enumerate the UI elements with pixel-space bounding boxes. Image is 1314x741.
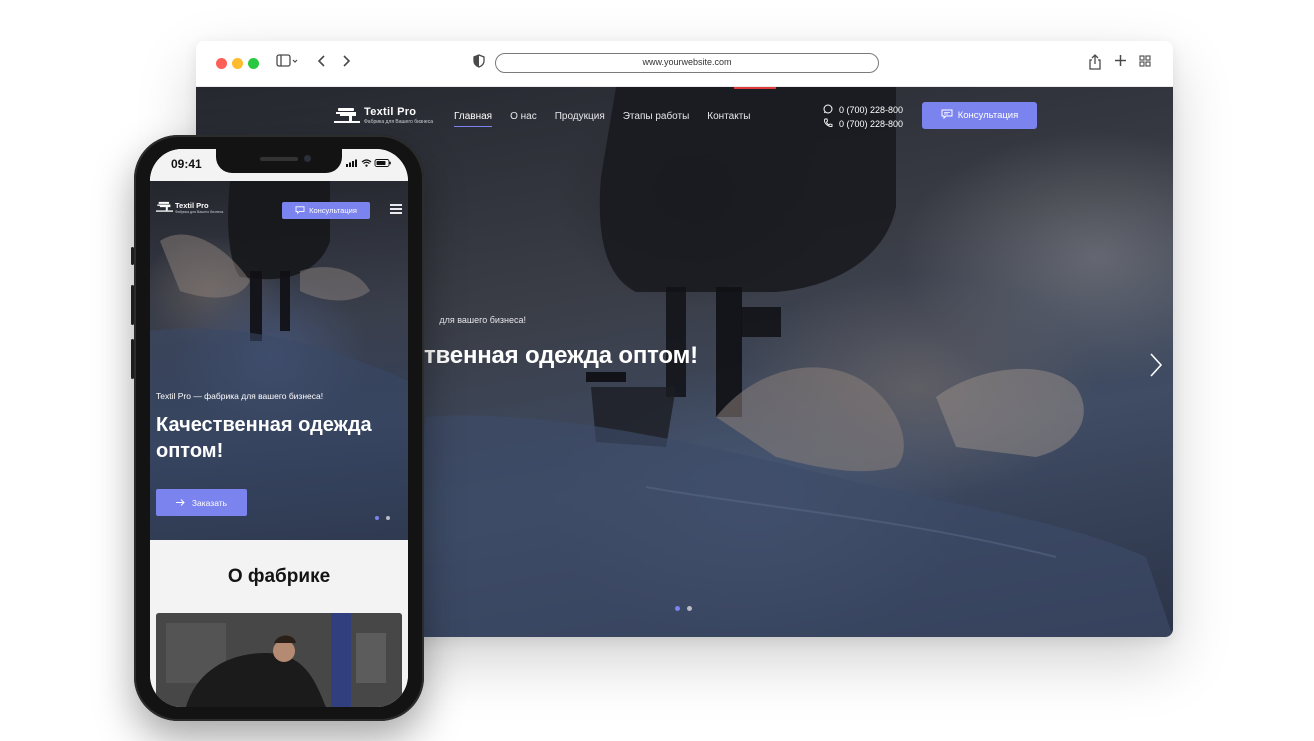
nav-item-home[interactable]: Главная [454,111,493,127]
mobile-hero-photo [150,181,408,540]
chevron-right-icon[interactable] [341,54,351,73]
whatsapp-phone[interactable]: 0 (700) 228-800 [822,103,903,117]
zoom-window-button[interactable] [248,58,259,69]
chat-icon [941,109,953,122]
slider-next-icon[interactable] [1149,352,1163,382]
minimize-window-button[interactable] [232,58,243,69]
mobile-logo-name: Textil Pro [175,201,209,210]
whatsapp-phone-number: 0 (700) 228-800 [839,105,904,115]
slider-dots [675,606,692,611]
consultation-button[interactable]: Консультация [922,102,1037,129]
logo-name: Textil Pro [364,106,417,118]
sewing-machine-icon [156,201,173,215]
mobile-logo-tagline: Фабрика для Вашего бизнеса [175,210,224,214]
hamburger-menu-icon[interactable] [390,204,402,214]
mobile-slider-dot-1[interactable] [375,516,379,520]
chevron-left-icon[interactable] [317,54,327,73]
browser-toolbar: www.yourwebsite.com [196,41,1173,87]
slider-dot-2[interactable] [687,606,692,611]
whatsapp-icon [822,104,834,116]
mobile-consultation-button[interactable]: Консультация [282,202,370,219]
order-button-label: Заказать [191,497,228,508]
contact-phones: 0 (700) 228-800 0 (700) 228-800 [822,103,903,131]
grid-icon[interactable] [1139,54,1151,72]
mobile-hero-subtitle: Textil Pro — фабрика для вашего бизнеса! [156,391,324,401]
about-title: О фабрике [227,566,331,587]
mobile-consultation-label: Консультация [309,206,357,215]
factory-photo [156,613,402,707]
url-bar[interactable]: www.yourwebsite.com [495,53,879,73]
call-phone[interactable]: 0 (700) 228-800 [822,117,903,131]
phone-icon [822,118,834,130]
red-accent-line [734,87,776,89]
nav-item-about[interactable]: О нас [510,111,537,127]
mobile-slider-dots [375,516,390,520]
hero-title: твенная одежда оптом! [424,342,698,369]
phone-screen: 09:41 Textil Pro Фабрика для Вашего бизн… [150,149,408,707]
close-window-button[interactable] [216,58,227,69]
phone-volume-up [131,285,134,325]
mobile-slider-dot-2[interactable] [386,516,390,520]
consultation-button-label: Консультация [957,110,1019,121]
logo-tagline: Фабрика для Вашего бизнеса [364,119,433,125]
slider-dot-1[interactable] [675,606,680,611]
status-time: 09:41 [171,157,202,171]
sewing-machine-icon [334,107,360,128]
phone-speaker [260,157,298,161]
chat-icon [295,205,305,216]
call-phone-number: 0 (700) 228-800 [839,119,904,129]
mobile-hero-title: Качественная одежда оптом! [156,414,372,462]
sidebar-icon[interactable] [276,54,298,73]
phone-silent-switch [131,247,134,265]
arrow-right-icon [175,498,185,508]
about-section: О фабрике [150,540,408,707]
share-icon[interactable] [1089,54,1101,75]
front-camera [304,155,311,162]
main-nav: Главная О нас Продукция Этапы работы Кон… [454,111,751,127]
nav-item-contacts[interactable]: Контакты [707,111,750,127]
status-icons [346,158,392,170]
mobile-hero: Textil Pro Фабрика для Вашего бизнеса Ко… [150,181,408,540]
mobile-logo[interactable]: Textil Pro Фабрика для Вашего бизнеса [156,201,236,215]
nav-item-products[interactable]: Продукция [555,111,605,127]
phone-notch [216,149,342,173]
site-logo[interactable]: Textil Pro Фабрика для Вашего бизнеса [334,106,444,128]
shield-icon[interactable] [473,54,485,73]
nav-item-work-stages[interactable]: Этапы работы [623,111,690,127]
phone-mockup: 09:41 Textil Pro Фабрика для Вашего бизн… [131,135,424,721]
plus-icon[interactable] [1114,54,1127,72]
order-button[interactable]: Заказать [156,489,247,516]
phone-volume-down [131,339,134,379]
